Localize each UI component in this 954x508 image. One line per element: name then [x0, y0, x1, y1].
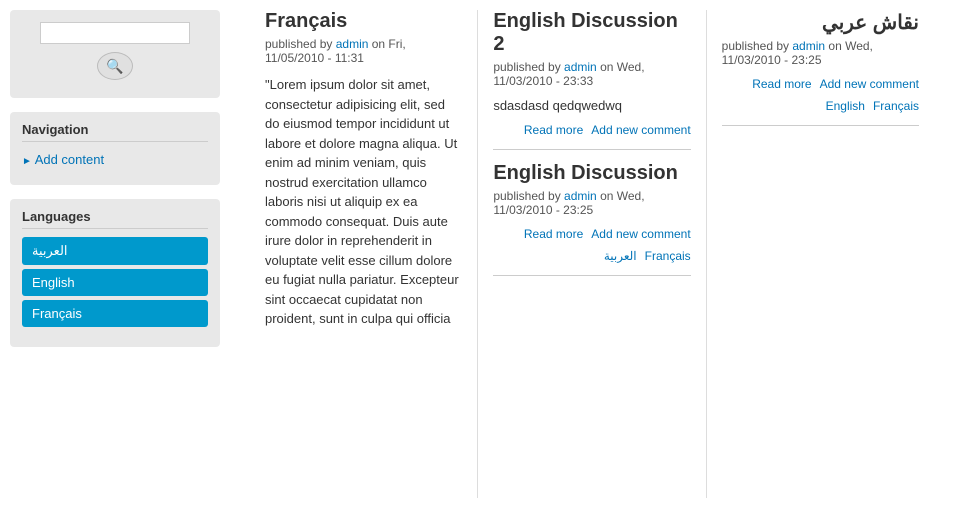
navigation-block: Navigation Add content [10, 112, 220, 185]
article-links: Read more Add new comment العربية França… [493, 227, 690, 263]
meta-prefix: published by [722, 39, 793, 53]
main-content: Français published by admin on Fri, 11/0… [230, 0, 954, 508]
language-button-francais[interactable]: Français [22, 300, 208, 327]
navigation-title: Navigation [22, 122, 208, 142]
read-more-link[interactable]: Read more [752, 77, 811, 91]
column-arabic: نقاش عربي published by admin on Wed, 11/… [707, 10, 934, 498]
meta-prefix: published by [265, 37, 336, 51]
article-francais: Français published by admin on Fri, 11/0… [265, 10, 462, 329]
read-more-link[interactable]: Read more [524, 227, 583, 241]
article-meta: published by admin on Fri, 11/05/2010 - … [265, 37, 462, 65]
article-author[interactable]: admin [564, 60, 597, 74]
lang-francais-link[interactable]: Français [873, 99, 919, 113]
article-english-discussion: English Discussion published by admin on… [493, 162, 690, 263]
article-body: "Lorem ipsum dolor sit amet, consectetur… [265, 75, 462, 329]
languages-block: Languages العربية English Français [10, 199, 220, 347]
language-button-english[interactable]: English [22, 269, 208, 296]
languages-title: Languages [22, 209, 208, 229]
article-links: Read more Add new comment [493, 123, 690, 137]
article-arabic-discussion: نقاش عربي published by admin on Wed, 11/… [722, 10, 919, 113]
article-meta: published by admin on Wed, 11/03/2010 - … [493, 60, 690, 88]
sidebar: 🔍 Navigation Add content Languages العرب… [0, 0, 230, 508]
lang-english-link[interactable]: English [826, 99, 865, 113]
add-comment-link[interactable]: Add new comment [591, 123, 690, 137]
article-title: English Discussion 2 [493, 10, 690, 56]
add-comment-link[interactable]: Add new comment [591, 227, 690, 241]
search-input[interactable] [40, 22, 190, 44]
article-author[interactable]: admin [336, 37, 369, 51]
article-links: Read more Add new comment English França… [722, 77, 919, 113]
meta-prefix: published by [493, 60, 564, 74]
search-button[interactable]: 🔍 [97, 52, 133, 80]
column-francais: Français published by admin on Fri, 11/0… [250, 10, 478, 498]
article-author[interactable]: admin [564, 189, 597, 203]
article-title: Français [265, 10, 462, 33]
article-author[interactable]: admin [792, 39, 825, 53]
search-box: 🔍 [10, 10, 220, 98]
article-meta: published by admin on Wed, 11/03/2010 - … [722, 39, 919, 67]
article-divider [493, 149, 690, 150]
language-button-arabic[interactable]: العربية [22, 237, 208, 265]
add-comment-link[interactable]: Add new comment [820, 77, 919, 91]
article-title: English Discussion [493, 162, 690, 185]
article-title: نقاش عربي [722, 10, 919, 35]
article-divider-2 [493, 275, 690, 276]
sidebar-item-add-content[interactable]: Add content [22, 150, 208, 169]
article-excerpt: sdasdasd qedqwedwq [493, 98, 690, 113]
article-divider [722, 125, 919, 126]
article-meta: published by admin on Wed, 11/03/2010 - … [493, 189, 690, 217]
column-english: English Discussion 2 published by admin … [478, 10, 706, 498]
lang-arabic-link[interactable]: العربية [604, 249, 637, 263]
lang-francais-link[interactable]: Français [645, 249, 691, 263]
meta-prefix: published by [493, 189, 564, 203]
article-english-discussion-2: English Discussion 2 published by admin … [493, 10, 690, 137]
read-more-link[interactable]: Read more [524, 123, 583, 137]
